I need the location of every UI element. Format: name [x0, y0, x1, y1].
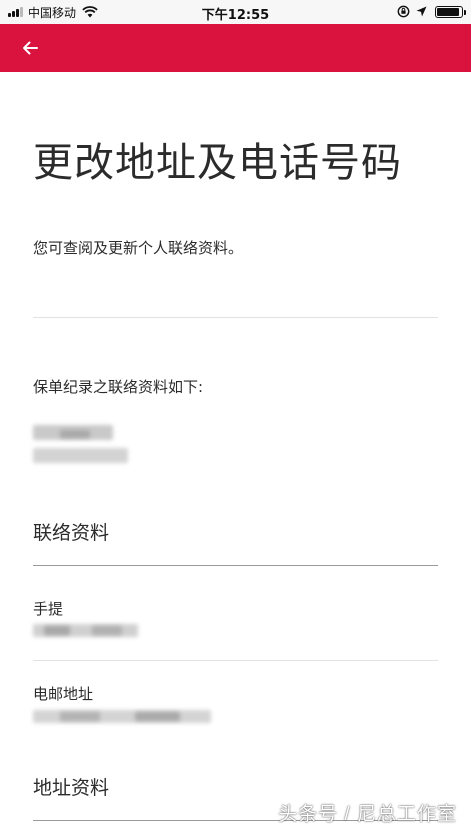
- mobile-label: 手提: [33, 600, 64, 618]
- page-title: 更改地址及电话号码: [33, 140, 402, 186]
- intro-text: 您可查阅及更新个人联络资料。: [33, 239, 244, 257]
- back-button[interactable]: [14, 34, 46, 62]
- battery-icon: [435, 5, 466, 18]
- divider: [33, 565, 438, 566]
- divider: [33, 317, 438, 318]
- app-bar: [0, 24, 471, 72]
- watermark-text: 头条号 / 尼总工作室: [278, 804, 457, 825]
- battery-fill: [437, 7, 459, 16]
- status-right: [391, 5, 466, 18]
- arrow-left-icon: [23, 41, 38, 55]
- orientation-lock-icon: [397, 5, 410, 18]
- address-section-heading: 地址资料: [33, 777, 110, 799]
- contact-section-heading: 联络资料: [33, 522, 110, 544]
- divider: [33, 660, 438, 661]
- status-bar: 中国移动 下午12:55: [0, 0, 471, 24]
- location-arrow-icon: [416, 6, 427, 17]
- email-label: 电邮地址: [33, 685, 94, 703]
- record-label: 保单纪录之联络资料如下:: [33, 378, 204, 396]
